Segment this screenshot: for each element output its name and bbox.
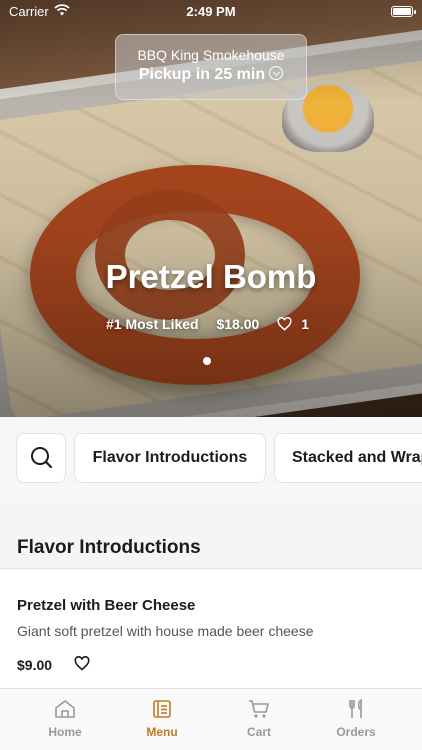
tab-home-label: Home (48, 725, 82, 739)
tab-orders-label: Orders (336, 725, 376, 739)
tab-menu-label: Menu (146, 725, 178, 739)
search-icon (31, 447, 53, 469)
status-bar: Carrier 2:49 PM (0, 0, 422, 24)
menu-item-description: Giant soft pretzel with house made beer … (17, 623, 314, 639)
menu-item-name: Pretzel with Beer Cheese (17, 597, 196, 614)
fork-knife-icon (349, 699, 362, 718)
hero-price: $18.00 (216, 316, 260, 332)
home-icon (55, 700, 75, 718)
hero-title: Pretzel Bomb (105, 258, 317, 295)
hero-likes-count: 1 (301, 316, 309, 332)
hero-banner[interactable]: Carrier 2:49 PM BBQ King Smokehouse Pick… (0, 0, 422, 417)
menu-item-price: $9.00 (17, 657, 53, 673)
pickup-time: Pickup in 25 min (138, 66, 266, 83)
store-name: BBQ King Smokehouse (137, 47, 285, 63)
hero-badge: #1 Most Liked (106, 316, 199, 332)
menu-icon (153, 700, 171, 718)
carousel-page-indicator[interactable] (203, 357, 211, 365)
tab-cart-label: Cart (246, 725, 271, 739)
battery-icon (391, 6, 416, 17)
tab-orders[interactable]: Orders (316, 699, 396, 739)
clock: 2:49 PM (186, 4, 236, 19)
tab-cart[interactable]: Cart (219, 699, 299, 739)
menu-item[interactable]: Pretzel with Beer Cheese Giant soft pret… (0, 570, 422, 688)
section-title: Flavor Introductions (17, 537, 201, 558)
category-chip-stacked-and-wrapped[interactable]: Stacked and Wrapped (274, 433, 422, 483)
chevron-down-icon (269, 66, 284, 80)
search-button[interactable] (16, 433, 66, 483)
tab-menu[interactable]: Menu (122, 699, 202, 739)
category-chip-flavor-introductions[interactable]: Flavor Introductions (74, 433, 266, 483)
category-chips: Flavor Introductions Stacked and Wrapped (0, 417, 422, 499)
hero-likes[interactable]: 1 (277, 316, 316, 332)
favorite-heart-icon[interactable] (74, 656, 90, 671)
tab-home[interactable]: Home (25, 699, 105, 739)
section-header: Flavor Introductions (0, 499, 422, 569)
heart-icon (277, 317, 292, 331)
cart-icon (249, 700, 269, 718)
hero-meta: #1 Most Liked $18.00 1 (0, 316, 422, 332)
tab-bar: Home Menu Cart Orders (0, 688, 422, 750)
store-pickup-selector[interactable]: BBQ King Smokehouse Pickup in 25 min (115, 34, 307, 100)
